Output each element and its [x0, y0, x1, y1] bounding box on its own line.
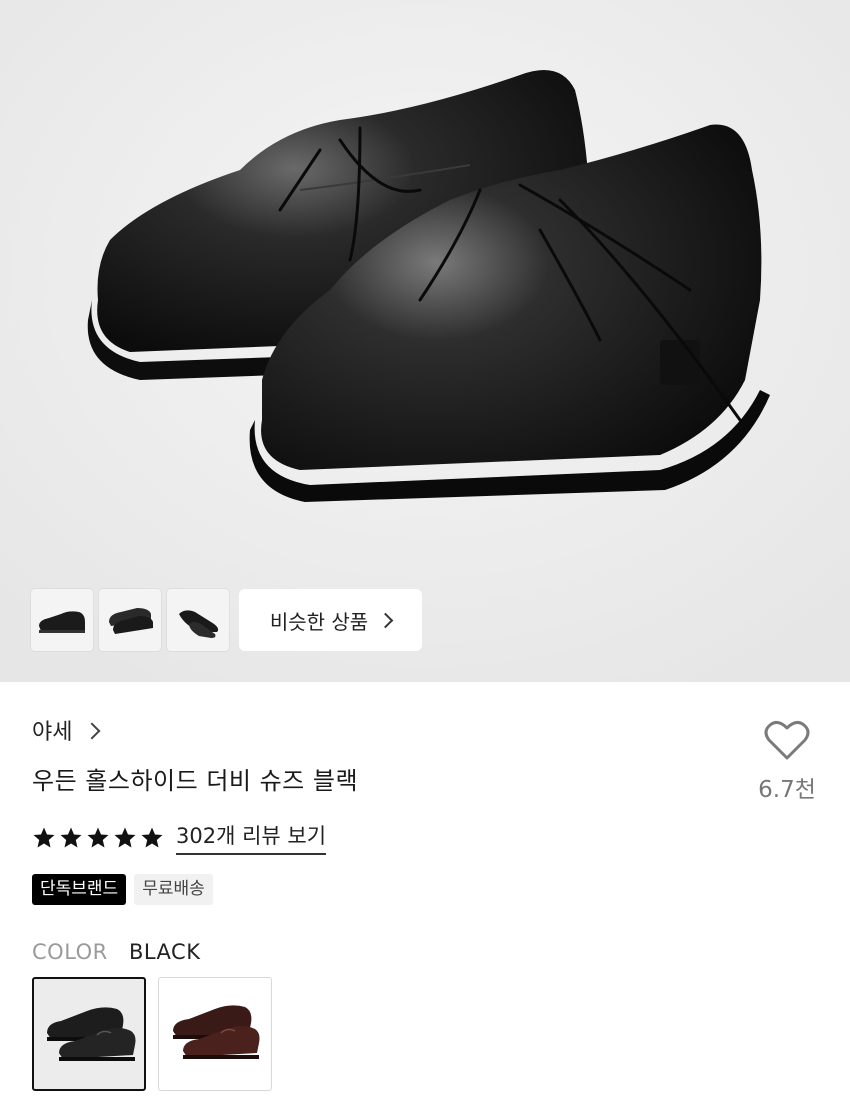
chevron-right-icon — [83, 722, 101, 739]
like-button[interactable]: 6.7천 — [752, 718, 822, 804]
selected-color-value: BLACK — [128, 940, 201, 964]
color-label: COLOR — [32, 940, 108, 964]
brand-name: 야세 — [32, 720, 73, 745]
similar-products-button[interactable]: 비슷한 상품 — [239, 589, 422, 651]
star-icon — [33, 827, 55, 847]
star-icon — [60, 827, 82, 847]
thumbnail-2[interactable] — [99, 589, 161, 651]
color-selector-label: COLOR BLACK — [32, 940, 200, 964]
thumbnail-1[interactable] — [31, 589, 93, 651]
shoe-thumbnail-image — [109, 608, 153, 634]
rating-row: 302개 리뷰 보기 — [32, 820, 327, 855]
star-rating — [32, 826, 164, 850]
heart-icon — [764, 721, 810, 760]
badge-row: 단독브랜드 무료배송 — [32, 874, 213, 905]
chevron-right-icon — [377, 612, 394, 629]
star-icon — [87, 827, 109, 847]
free-shipping-badge: 무료배송 — [134, 874, 213, 905]
star-icon — [114, 827, 136, 847]
exclusive-brand-badge: 단독브랜드 — [32, 874, 127, 905]
product-main-image — [0, 0, 850, 682]
color-option-black[interactable] — [32, 977, 146, 1091]
color-option-brown[interactable] — [158, 977, 272, 1091]
similar-products-label: 비슷한 상품 — [269, 609, 369, 634]
brown-shoe-swatch-image — [173, 1005, 260, 1059]
shoe-thumbnail-image — [179, 610, 219, 638]
like-count: 6.7천 — [758, 777, 816, 803]
shoe-thumbnail-image — [39, 611, 85, 633]
product-image-gallery[interactable]: 비슷한 상품 — [0, 0, 850, 682]
black-shoe-swatch-image — [47, 1007, 136, 1061]
thumbnail-3[interactable] — [167, 589, 229, 651]
star-icon — [141, 827, 163, 847]
color-options — [32, 977, 272, 1091]
thumbnail-strip: 비슷한 상품 — [31, 589, 422, 651]
product-title: 우든 홀스하이드 더비 슈즈 블랙 — [32, 767, 359, 795]
brand-link[interactable]: 야세 — [32, 714, 101, 746]
review-link[interactable]: 302개 리뷰 보기 — [176, 820, 327, 855]
